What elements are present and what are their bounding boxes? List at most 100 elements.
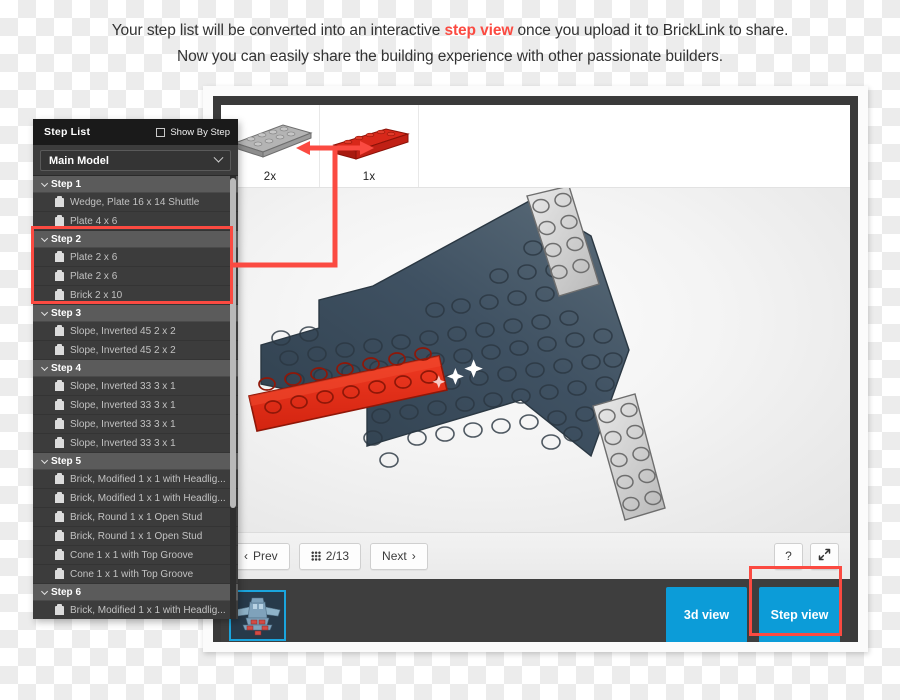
brick-icon [55,548,64,560]
screenshot-root: Your step list will be converted into an… [0,0,900,700]
step-part-label: Plate 2 x 6 [70,270,118,282]
part-qty-label: 2x [263,171,277,183]
chevron-left-icon: ‹ [244,549,248,563]
fullscreen-button[interactable] [810,542,839,570]
brick-icon [55,417,64,429]
prev-step-button[interactable]: ‹ Prev [232,542,290,570]
red-brick-icon [320,115,418,161]
next-step-button[interactable]: Next › [370,542,428,570]
caption-highlight-step-view: step view [444,22,514,39]
step-header-label: Step 1 [51,178,82,190]
step-part-row[interactable]: Plate 2 x 6 [33,248,238,267]
step-part-label: Brick, Modified 1 x 1 with Headlig... [70,492,226,504]
step-part-label: Brick, Round 1 x 1 Open Stud [70,511,203,523]
expand-arrows-icon [818,548,831,564]
lego-model-render [248,188,666,521]
step-header-label: Step 3 [51,307,82,319]
prev-button-label: Prev [253,549,278,563]
brick-icon [55,567,64,579]
model-select-dropdown[interactable]: Main Model [40,150,231,171]
step-part-label: Cone 1 x 1 with Top Groove [70,568,194,580]
step-part-label: Plate 4 x 6 [70,215,118,227]
brick-icon [55,324,64,336]
step-header[interactable]: Step 4 [33,360,238,377]
show-by-step-label: Show By Step [170,126,230,138]
step-header[interactable]: Step 2 [33,231,238,248]
step-part-label: Brick, Modified 1 x 1 with Headlig... [70,604,226,616]
caption-text: Your step list will be converted into an… [0,18,900,70]
brick-icon [55,214,64,226]
chevron-down-icon [41,234,49,242]
step-header[interactable]: Step 1 [33,176,238,193]
show-by-step-toggle[interactable]: Show By Step [156,127,230,138]
step-part-row[interactable]: Brick, Round 1 x 1 Open Stud [33,527,238,546]
step-page-indicator-button[interactable]: 2/13 [298,542,362,570]
step-page-label: 2/13 [325,549,350,563]
step-list-scroll-area[interactable]: Step 1 Wedge, Plate 16 x 14 Shuttle Plate … [33,175,238,619]
step-part-row[interactable]: Slope, Inverted 45 2 x 2 [33,322,238,341]
step-part-label: Slope, Inverted 33 3 x 1 [70,418,176,430]
chevron-down-icon [41,363,49,371]
viewer-footer: 3d view Step view [221,579,850,642]
chevron-down-icon [41,456,49,464]
gray-plate-lower [592,393,666,521]
step-header[interactable]: Step 3 [33,305,238,322]
brick-icon [55,436,64,448]
model-stage[interactable] [221,188,850,532]
chevron-down-icon [41,179,49,187]
step-part-row[interactable]: Brick 2 x 10 [33,286,238,305]
step-header-label: Step 2 [51,233,82,245]
step-list-panel: Step List Show By Step Main Model Step 1… [33,119,238,619]
show-by-step-checkbox[interactable] [156,127,166,137]
caption-line1-part-b: once you upload it to BrickLink to share… [513,22,789,39]
step-part-row[interactable]: Plate 2 x 6 [33,267,238,286]
step-header-label: Step 4 [51,362,82,374]
step-header-label: Step 6 [51,586,82,598]
step-navigation-bar: ‹ Prev 2/13 Next › ? [221,532,850,579]
question-mark-icon: ? [785,549,792,563]
scrollbar-thumb[interactable] [230,178,236,508]
chevron-down-icon [41,587,49,595]
part-cell-red-brick[interactable]: 1x [320,105,419,187]
step-part-row[interactable]: Wedge, Plate 16 x 14 Shuttle [33,193,238,212]
step-list-items: Step 1 Wedge, Plate 16 x 14 Shuttle Plate … [33,176,238,619]
window-frame: 2x 1x ‹ Prev 2/13 Next › ? 3d view Step … [213,96,858,642]
brick-icon [55,603,64,615]
grid-icon [310,551,321,561]
step-part-row[interactable]: Slope, Inverted 33 3 x 1 [33,377,238,396]
step-part-row[interactable]: Brick, Modified 1 x 1 with Headlig... [33,601,238,619]
step-header[interactable]: Step 6 [33,584,238,601]
step-part-row[interactable]: Brick, Modified 1 x 1 with Headlig... [33,489,238,508]
3d-view-button[interactable]: 3d view [666,587,747,642]
brick-icon [55,472,64,484]
part-qty-label: 1x [362,171,376,183]
step-list-title: Step List [44,126,91,138]
step-list-header: Step List Show By Step [33,119,238,145]
step-part-label: Plate 2 x 6 [70,251,118,263]
step-part-label: Wedge, Plate 16 x 14 Shuttle [70,196,200,208]
step-view-button[interactable]: Step view [759,587,840,642]
step-part-row[interactable]: Brick, Round 1 x 1 Open Stud [33,508,238,527]
caption-line1-part-a: Your step list will be converted into an… [111,22,445,39]
step-part-row[interactable]: Cone 1 x 1 with Top Groove [33,565,238,584]
step-part-row[interactable]: Slope, Inverted 33 3 x 1 [33,434,238,453]
step-part-row[interactable]: Brick, Modified 1 x 1 with Headlig... [33,470,238,489]
step-part-row[interactable]: Cone 1 x 1 with Top Groove [33,546,238,565]
step-part-label: Slope, Inverted 33 3 x 1 [70,399,176,411]
part-cell-empty [419,105,850,187]
step-part-row[interactable]: Slope, Inverted 33 3 x 1 [33,415,238,434]
next-button-label: Next [382,549,407,563]
viewer-body: 2x 1x ‹ Prev 2/13 Next › ? 3d view Step … [221,105,850,642]
brick-icon [55,269,64,281]
brick-icon [55,195,64,207]
parts-strip: 2x 1x [221,105,850,188]
step-part-label: Cone 1 x 1 with Top Groove [70,549,194,561]
chevron-down-icon [41,308,49,316]
step-part-row[interactable]: Slope, Inverted 45 2 x 2 [33,341,238,360]
step-view-window: 2x 1x ‹ Prev 2/13 Next › ? 3d view Step … [203,86,868,652]
chevron-right-icon: › [411,549,416,563]
step-part-row[interactable]: Slope, Inverted 33 3 x 1 [33,396,238,415]
step-header[interactable]: Step 5 [33,453,238,470]
help-button[interactable]: ? [774,542,803,570]
step-part-row[interactable]: Plate 4 x 6 [33,212,238,231]
